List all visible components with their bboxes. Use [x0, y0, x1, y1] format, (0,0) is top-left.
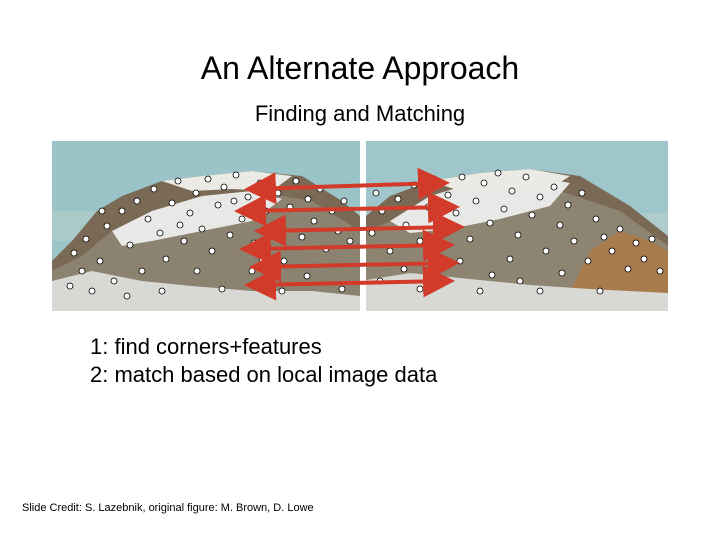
- body-line-2: 2: match based on local image data: [90, 361, 660, 389]
- slide: An Alternate Approach Finding and Matchi…: [0, 0, 720, 540]
- body-text: 1: find corners+features 2: match based …: [90, 333, 660, 388]
- slide-title: An Alternate Approach: [20, 50, 700, 87]
- body-line-1: 1: find corners+features: [90, 333, 660, 361]
- slide-subtitle: Finding and Matching: [20, 101, 700, 127]
- figure-right-panel: [360, 141, 668, 311]
- slide-credit: Slide Credit: S. Lazebnik, original figu…: [22, 502, 314, 514]
- feature-matching-figure: [52, 141, 668, 311]
- panel-divider: [360, 141, 366, 311]
- mountain-image-left: [52, 141, 360, 311]
- mountain-image-right: [360, 141, 668, 311]
- figure-left-panel: [52, 141, 360, 311]
